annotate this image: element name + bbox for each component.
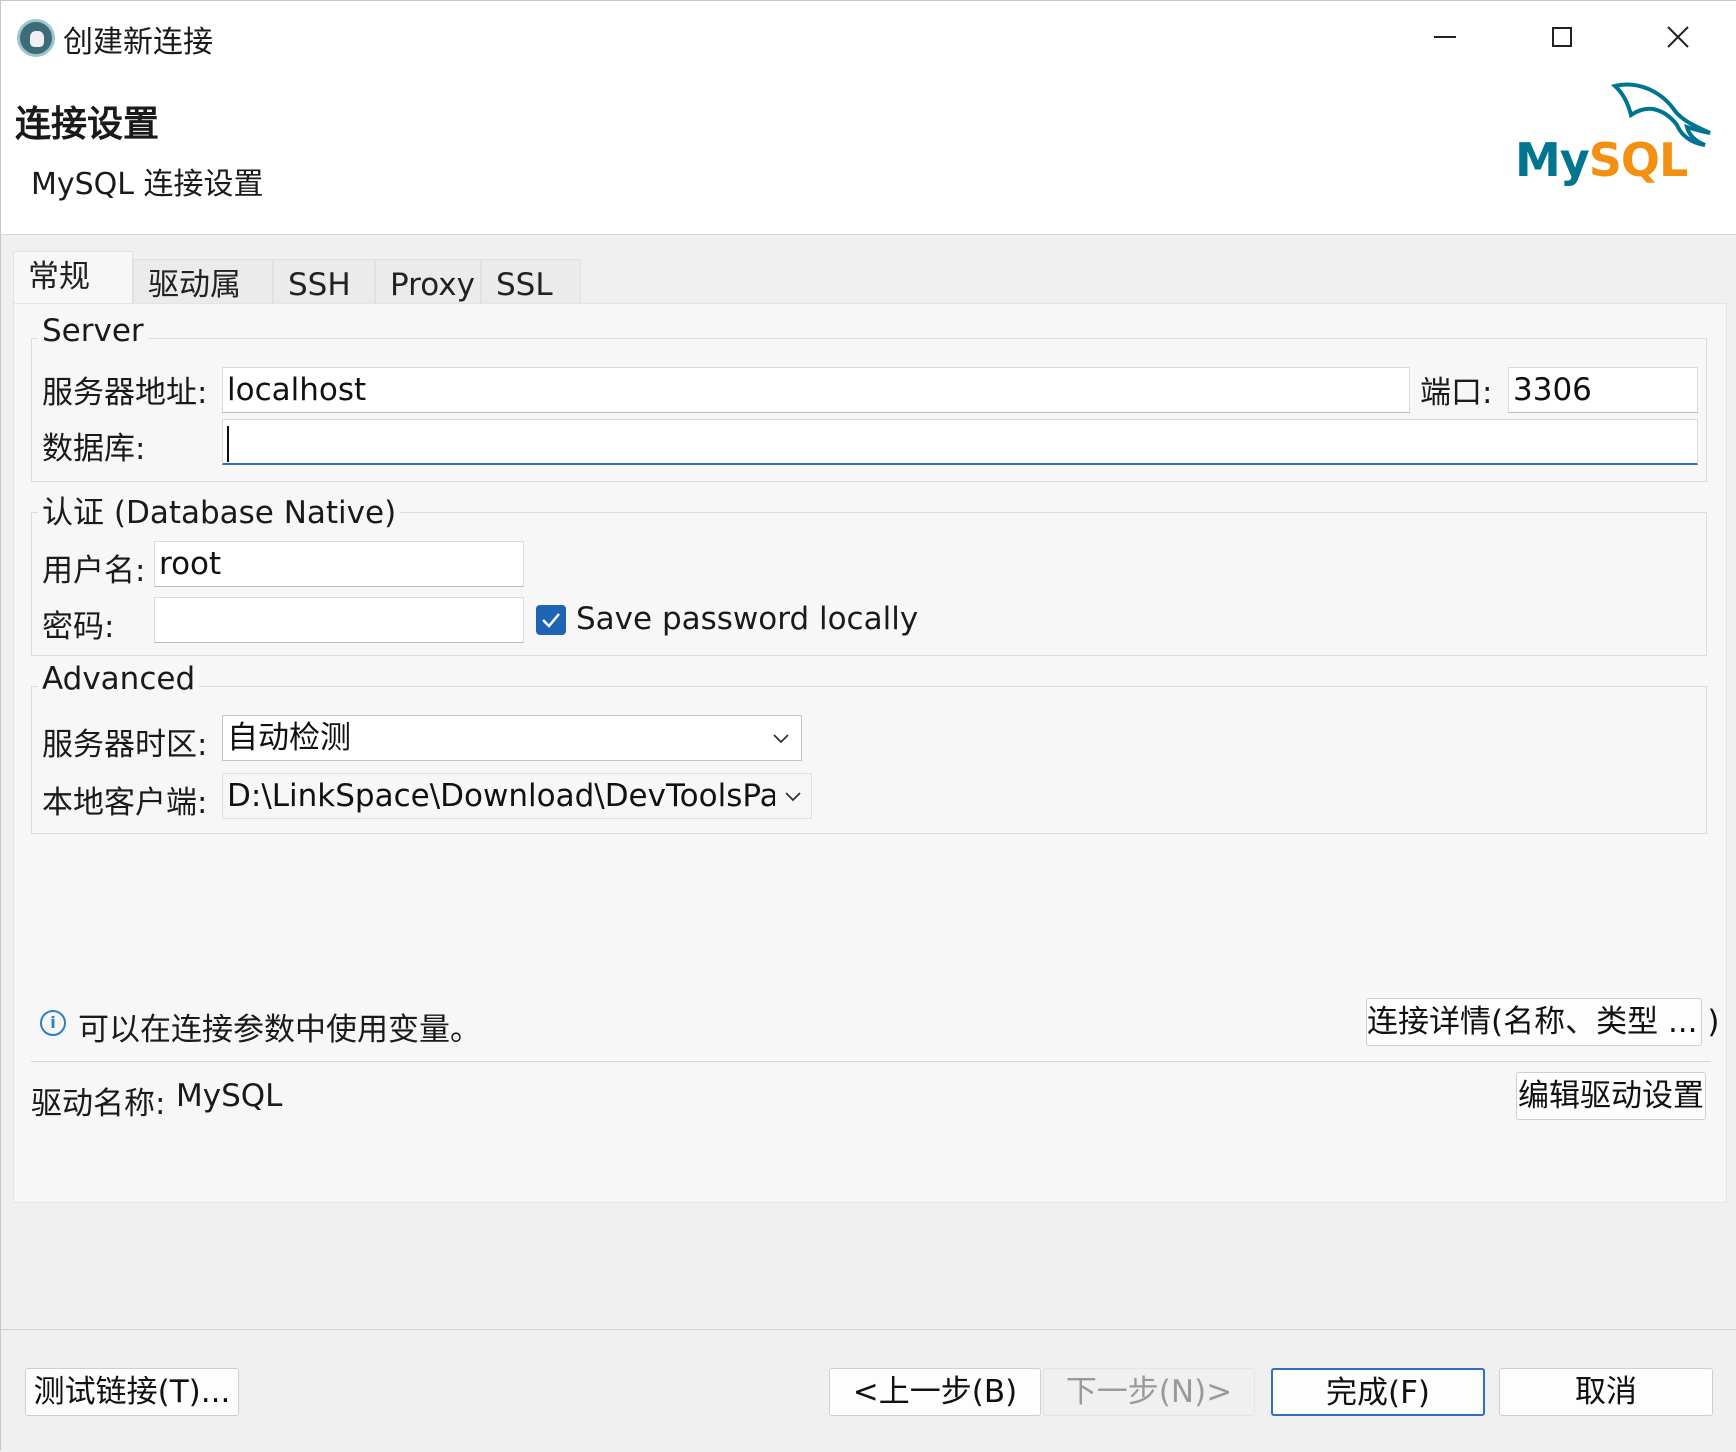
advanced-group-title: Advanced xyxy=(38,661,200,697)
variables-hint: 可以在连接参数中使用变量。 xyxy=(78,1012,481,1048)
mysql-logo-text: MySQL xyxy=(1515,133,1688,187)
dialog-body: 常规 驱动属性 SSH Proxy SSL Server 服务器地址: loca… xyxy=(1,235,1736,1331)
test-connection-button[interactable]: 测试链接(T)... xyxy=(25,1368,239,1416)
tab-ssl[interactable]: SSL xyxy=(481,259,581,309)
dbeaver-icon xyxy=(17,19,55,57)
host-label: 服务器地址: xyxy=(42,375,208,411)
port-input[interactable]: 3306 xyxy=(1508,367,1698,413)
auth-group: 认证 (Database Native) 用户名: root 密码: Save … xyxy=(31,487,1707,656)
tab-driver-properties[interactable]: 驱动属性 xyxy=(133,259,273,353)
maximize-button[interactable] xyxy=(1532,11,1592,63)
minimize-icon xyxy=(1434,36,1456,38)
username-label: 用户名: xyxy=(42,553,146,589)
auth-group-title: 认证 (Database Native) xyxy=(38,487,401,532)
edit-driver-button[interactable]: 编辑驱动设置 xyxy=(1516,1072,1706,1120)
checkmark-icon xyxy=(542,613,560,628)
password-input[interactable] xyxy=(154,597,524,643)
save-password-label[interactable]: Save password locally xyxy=(576,601,918,637)
tab-ssh[interactable]: SSH xyxy=(273,259,375,309)
page-title: 连接设置 xyxy=(15,104,160,145)
title-bar: 创建新连接 xyxy=(1,1,1736,73)
local-client-label: 本地客户端: xyxy=(42,785,208,821)
cancel-button[interactable]: 取消 xyxy=(1499,1368,1713,1416)
advanced-group: Advanced 服务器时区: 自动检测 本地客户端: D:\LinkSpace… xyxy=(31,661,1707,834)
tab-general[interactable]: 常规 xyxy=(13,251,133,309)
separator xyxy=(31,1061,1711,1062)
close-icon xyxy=(1667,26,1689,48)
info-icon: i xyxy=(40,1010,66,1036)
connection-details-button[interactable]: 连接详情(名称、类型 ... ) xyxy=(1366,998,1719,1046)
next-button[interactable]: 下一步(N)> xyxy=(1043,1368,1255,1416)
port-label: 端口: xyxy=(1420,375,1493,411)
timezone-select[interactable]: 自动检测 xyxy=(222,715,802,761)
host-input[interactable]: localhost xyxy=(222,367,1410,413)
driver-name-label: 驱动名称: xyxy=(31,1086,166,1122)
wizard-header: 连接设置 MySQL 连接设置 MySQL xyxy=(1,73,1736,235)
save-password-checkbox[interactable] xyxy=(536,605,566,635)
chevron-down-icon xyxy=(773,734,789,744)
finish-button[interactable]: 完成(F) xyxy=(1271,1368,1485,1416)
mysql-logo: MySQL xyxy=(1515,81,1725,191)
wizard-footer: 测试链接(T)... <上一步(B) 下一步(N)> 完成(F) 取消 xyxy=(1,1330,1736,1452)
local-client-select[interactable]: D:\LinkSpace\Download\DevToolsPacl xyxy=(222,773,812,819)
chevron-down-icon xyxy=(785,792,801,802)
create-connection-dialog: 创建新连接 连接设置 MySQL 连接设置 MySQL 常规 驱动属性 SSH … xyxy=(0,0,1736,1452)
maximize-icon xyxy=(1552,27,1572,47)
general-tab-panel: Server 服务器地址: localhost 端口: 3306 数据库: 认证… xyxy=(13,303,1727,1203)
back-button[interactable]: <上一步(B) xyxy=(829,1368,1041,1416)
server-group-title: Server xyxy=(38,313,148,349)
window-title: 创建新连接 xyxy=(63,25,213,60)
page-subtitle: MySQL 连接设置 xyxy=(31,167,264,202)
password-label: 密码: xyxy=(42,609,115,645)
close-button[interactable] xyxy=(1648,11,1708,63)
username-input[interactable]: root xyxy=(154,541,524,587)
tab-proxy[interactable]: Proxy xyxy=(375,259,481,309)
database-label: 数据库: xyxy=(42,431,146,467)
timezone-label: 服务器时区: xyxy=(42,727,208,763)
server-group: Server 服务器地址: localhost 端口: 3306 数据库: xyxy=(31,313,1707,482)
database-input[interactable] xyxy=(222,419,1698,465)
driver-name-value: MySQL xyxy=(176,1078,283,1114)
minimize-button[interactable] xyxy=(1415,11,1475,63)
